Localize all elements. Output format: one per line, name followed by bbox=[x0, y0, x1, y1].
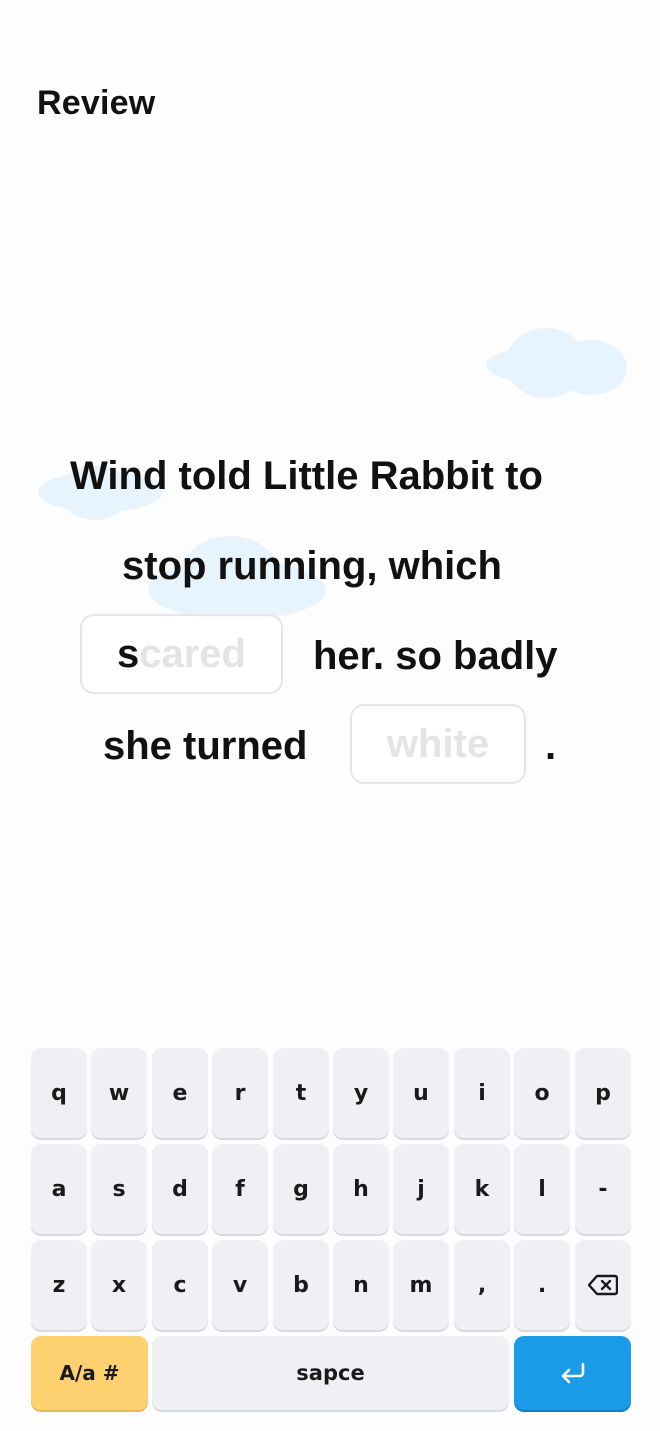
key-e[interactable]: e bbox=[152, 1048, 208, 1138]
sentence-line-2: stop running, which bbox=[122, 544, 502, 588]
key-period[interactable]: . bbox=[514, 1240, 570, 1330]
key-d[interactable]: d bbox=[152, 1144, 208, 1234]
keyboard: q w e r t y u i o p a s d f g h j k l - … bbox=[0, 1040, 660, 1431]
key-a[interactable]: a bbox=[31, 1144, 87, 1234]
backspace-key[interactable] bbox=[575, 1240, 631, 1330]
space-key[interactable]: sapce bbox=[152, 1336, 509, 1410]
blank-2-hint-text: white bbox=[386, 722, 490, 766]
sentence-after-blank-1: her. so badly bbox=[313, 634, 558, 678]
key-z[interactable]: z bbox=[31, 1240, 87, 1330]
key-v[interactable]: v bbox=[212, 1240, 268, 1330]
key-hyphen[interactable]: - bbox=[575, 1144, 631, 1234]
key-p[interactable]: p bbox=[575, 1048, 631, 1138]
key-j[interactable]: j bbox=[393, 1144, 449, 1234]
key-h[interactable]: h bbox=[333, 1144, 389, 1234]
key-i[interactable]: i bbox=[454, 1048, 510, 1138]
key-k[interactable]: k bbox=[454, 1144, 510, 1234]
key-g[interactable]: g bbox=[273, 1144, 329, 1234]
enter-key[interactable] bbox=[514, 1336, 631, 1410]
key-q[interactable]: q bbox=[31, 1048, 87, 1138]
key-c[interactable]: c bbox=[152, 1240, 208, 1330]
answer-blank-2[interactable]: white bbox=[350, 704, 526, 784]
key-s[interactable]: s bbox=[91, 1144, 147, 1234]
key-m[interactable]: m bbox=[393, 1240, 449, 1330]
key-w[interactable]: w bbox=[91, 1048, 147, 1138]
shift-symbols-key[interactable]: A/a # bbox=[31, 1336, 148, 1410]
key-t[interactable]: t bbox=[273, 1048, 329, 1138]
key-n[interactable]: n bbox=[333, 1240, 389, 1330]
key-u[interactable]: u bbox=[393, 1048, 449, 1138]
backspace-icon bbox=[588, 1274, 618, 1296]
key-y[interactable]: y bbox=[333, 1048, 389, 1138]
enter-icon bbox=[561, 1362, 584, 1384]
key-r[interactable]: r bbox=[212, 1048, 268, 1138]
key-b[interactable]: b bbox=[273, 1240, 329, 1330]
sentence-before-blank-2: she turned bbox=[103, 724, 308, 768]
key-x[interactable]: x bbox=[91, 1240, 147, 1330]
answer-blank-1[interactable]: s cared bbox=[80, 614, 283, 694]
key-l[interactable]: l bbox=[514, 1144, 570, 1234]
blank-1-hint-text: cared bbox=[139, 632, 246, 676]
sentence-end-punctuation: . bbox=[545, 724, 557, 768]
key-o[interactable]: o bbox=[514, 1048, 570, 1138]
key-f[interactable]: f bbox=[212, 1144, 268, 1234]
key-comma[interactable]: , bbox=[454, 1240, 510, 1330]
blank-1-typed-text: s bbox=[117, 632, 140, 676]
sentence-line-1: Wind told Little Rabbit to bbox=[70, 454, 543, 498]
